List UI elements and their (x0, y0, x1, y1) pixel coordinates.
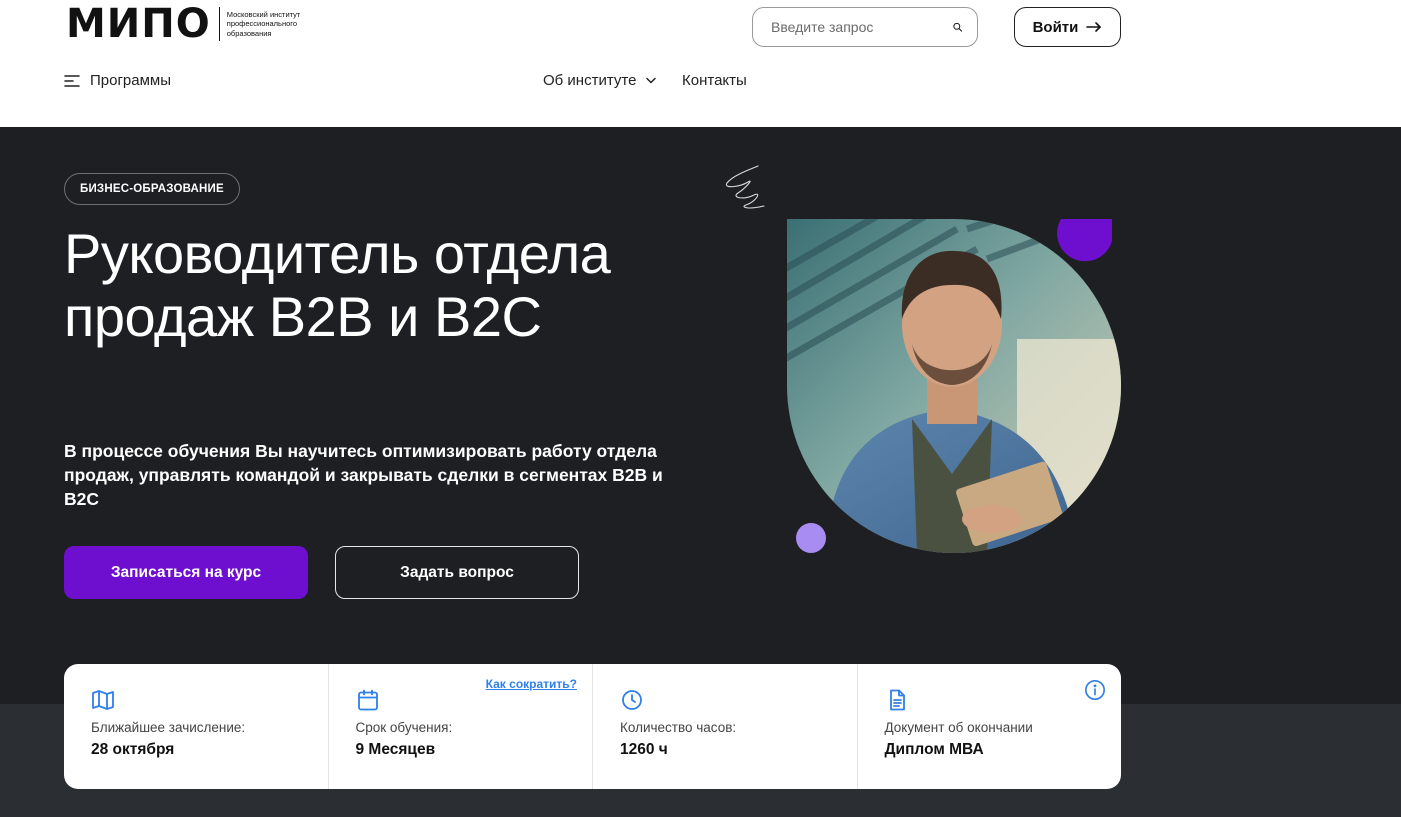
nav-contacts[interactable]: Контакты (682, 72, 747, 89)
info-value: 28 октября (91, 741, 175, 758)
ask-question-button[interactable]: Задать вопрос (335, 546, 579, 599)
login-button[interactable]: Войти (1014, 7, 1121, 47)
info-document: Документ об окончании Диплом МВА (858, 664, 1122, 789)
info-label: Количество часов: (620, 720, 737, 735)
map-icon (92, 690, 114, 710)
category-badge-label: БИЗНЕС-ОБРАЗОВАНИЕ (80, 183, 224, 195)
nav-about-label: Об институте (543, 72, 637, 89)
squiggle-decoration (725, 165, 765, 209)
arrow-right-icon (1086, 22, 1102, 32)
info-icon[interactable] (1084, 679, 1106, 701)
logo-divider (218, 7, 220, 41)
search-input[interactable] (771, 19, 952, 35)
document-icon (889, 689, 905, 711)
page-title: Руководитель отдела продаж В2В и В2С (64, 222, 611, 348)
login-label: Войти (1032, 18, 1079, 36)
logo-text: МИПО (66, 1, 211, 47)
site-header: МИПО Московский институт профессионально… (0, 0, 1401, 127)
decorative-dot (796, 523, 826, 553)
enroll-button[interactable]: Записаться на курс (64, 546, 308, 599)
search-icon[interactable] (952, 18, 963, 36)
clock-icon (622, 690, 642, 710)
hero-section (0, 127, 1401, 704)
info-value: 9 Месяцев (355, 741, 436, 758)
course-info-card: Ближайшее зачисление: 28 октября Срок об… (64, 664, 1121, 789)
info-value: 1260 ч (620, 741, 668, 758)
info-duration: Срок обучения: 9 Месяцев Как сократить? (329, 664, 593, 789)
info-label: Срок обучения: (355, 720, 453, 735)
info-label: Ближайшее зачисление: (91, 720, 246, 735)
calendar-icon (357, 689, 378, 711)
nav-about[interactable]: Об институте (543, 72, 657, 89)
category-badge: БИЗНЕС-ОБРАЗОВАНИЕ (64, 173, 240, 205)
logo-subtitle: Московский институт профессионального об… (226, 9, 301, 38)
info-hours: Количество часов: 1260 ч (593, 664, 858, 789)
info-enrollment: Ближайшее зачисление: 28 октября (64, 664, 329, 789)
chevron-down-icon (646, 77, 657, 84)
nav-contacts-label: Контакты (682, 72, 747, 89)
logo[interactable]: МИПО Московский институт профессионально… (66, 4, 327, 44)
info-label: Документ об окончании (884, 720, 1033, 735)
info-value: Диплом МВА (884, 741, 984, 758)
how-to-shorten-link[interactable]: Как сократить? (486, 677, 577, 691)
nav-programs[interactable]: Программы (64, 72, 171, 89)
search-box (752, 7, 978, 47)
student-photo (787, 219, 1121, 553)
course-description: В процессе обучения Вы научитесь оптимиз… (64, 441, 663, 509)
nav-programs-label: Программы (90, 72, 172, 89)
menu-icon (64, 74, 80, 87)
